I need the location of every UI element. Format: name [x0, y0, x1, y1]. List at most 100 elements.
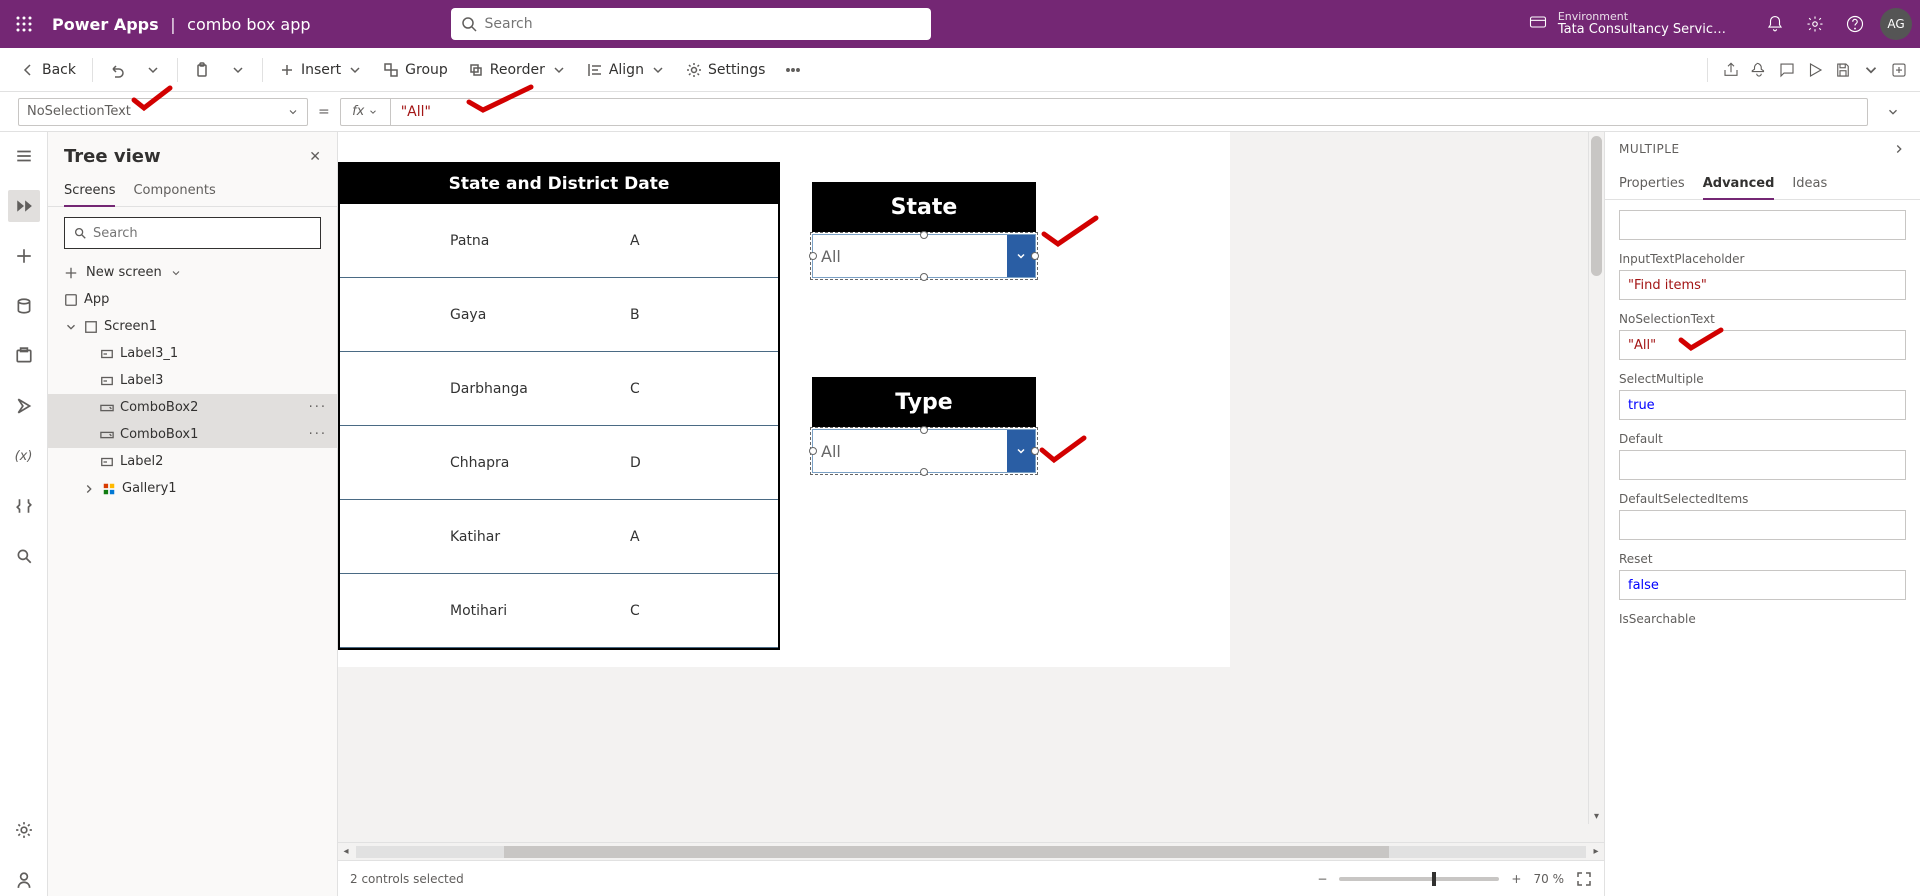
tree-item-label3[interactable]: Label3 — [48, 367, 337, 394]
tab-components[interactable]: Components — [133, 175, 215, 206]
rail-search[interactable] — [8, 540, 40, 572]
tree-item-label3-1[interactable]: Label3_1 — [48, 340, 337, 367]
expand-formula-button[interactable] — [1878, 105, 1908, 119]
new-screen-button[interactable]: New screen — [48, 259, 337, 286]
zoom-slider[interactable] — [1339, 877, 1499, 881]
gallery-row[interactable]: DarbhangaC — [340, 352, 778, 426]
app-launcher-button[interactable] — [8, 8, 40, 40]
tree-item-label2[interactable]: Label2 — [48, 448, 337, 475]
state-combobox[interactable]: All — [812, 234, 1036, 278]
app-name[interactable]: combo box app — [187, 15, 310, 34]
group-button[interactable]: Group — [375, 56, 456, 84]
prop-value[interactable]: true — [1619, 390, 1906, 420]
tab-properties[interactable]: Properties — [1619, 168, 1685, 199]
tree-item-combobox2[interactable]: ComboBox2 ··· — [48, 394, 337, 421]
share-icon[interactable] — [1722, 61, 1740, 79]
paste-dropdown[interactable] — [222, 56, 254, 84]
fit-to-window-button[interactable] — [1576, 871, 1592, 887]
type-combobox[interactable]: All — [812, 429, 1036, 473]
reorder-button[interactable]: Reorder — [460, 56, 575, 84]
save-dropdown-icon[interactable] — [1862, 61, 1880, 79]
align-button[interactable]: Align — [579, 56, 674, 84]
zoom-out-button[interactable]: − — [1317, 872, 1327, 886]
gallery-row[interactable]: PatnaA — [340, 204, 778, 278]
tree-item-combobox1[interactable]: ComboBox1 ··· — [48, 421, 337, 448]
state-label[interactable]: State — [812, 182, 1036, 232]
tab-screens[interactable]: Screens — [64, 175, 115, 206]
rail-media[interactable] — [8, 340, 40, 372]
search-input[interactable] — [485, 16, 921, 32]
tree-search[interactable] — [64, 217, 321, 249]
environment-picker[interactable]: Environment Tata Consultancy Servic… — [1558, 11, 1726, 37]
combobox-text: All — [813, 442, 1007, 461]
gallery-row[interactable]: KatiharA — [340, 500, 778, 574]
more-button[interactable]: ··· — [309, 427, 327, 442]
tree-item-label: Label2 — [120, 454, 163, 469]
comments-icon[interactable] — [1778, 61, 1796, 79]
property-select[interactable]: NoSelectionText — [18, 98, 308, 126]
save-icon[interactable] — [1834, 61, 1852, 79]
undo-button[interactable] — [101, 56, 133, 84]
rail-insert[interactable] — [8, 240, 40, 272]
rail-advanced-tools[interactable] — [8, 490, 40, 522]
scroll-right-arrow[interactable]: ▸ — [1588, 846, 1604, 857]
settings-button[interactable]: Settings — [678, 56, 773, 84]
app-checker-icon[interactable] — [1750, 61, 1768, 79]
tree-item-label: Screen1 — [104, 319, 157, 334]
overflow-button[interactable] — [777, 56, 809, 84]
fx-label[interactable]: fx — [341, 99, 391, 125]
prop-value[interactable]: false — [1619, 570, 1906, 600]
close-panel-button[interactable]: ✕ — [309, 149, 321, 165]
more-button[interactable]: ··· — [309, 400, 327, 415]
horizontal-scrollbar[interactable]: ◂ ▸ — [338, 842, 1604, 860]
tab-advanced[interactable]: Advanced — [1703, 168, 1775, 199]
rail-hamburger[interactable] — [8, 140, 40, 172]
notifications-icon[interactable] — [1766, 15, 1784, 33]
rail-data[interactable] — [8, 290, 40, 322]
rail-power-automate[interactable] — [8, 390, 40, 422]
global-search[interactable] — [451, 8, 931, 40]
gallery-row[interactable]: ChhapraD — [340, 426, 778, 500]
type-label[interactable]: Type — [812, 377, 1036, 427]
prop-value[interactable]: "Find items" — [1619, 270, 1906, 300]
scroll-left-arrow[interactable]: ◂ — [338, 846, 354, 857]
design-canvas[interactable]: State and District Date PatnaAGayaBDarbh… — [338, 132, 1230, 667]
insert-button[interactable]: Insert — [271, 56, 371, 84]
chevron-right-icon[interactable] — [1892, 142, 1906, 156]
prop-value[interactable]: "All" — [1619, 330, 1906, 360]
gallery-row[interactable]: GayaB — [340, 278, 778, 352]
tree-item-gallery1[interactable]: Gallery1 — [48, 475, 337, 502]
scrollbar-thumb[interactable] — [504, 846, 1390, 858]
tree-item-screen1[interactable]: Screen1 — [48, 313, 337, 340]
tab-ideas[interactable]: Ideas — [1792, 168, 1827, 199]
rail-variables[interactable]: (x) — [8, 440, 40, 472]
help-icon[interactable] — [1846, 15, 1864, 33]
gallery-cell-district: Motihari — [450, 603, 630, 619]
preview-icon[interactable] — [1806, 61, 1824, 79]
vertical-scrollbar[interactable]: ▴ ▾ — [1588, 132, 1604, 824]
tree-search-input[interactable] — [93, 226, 312, 241]
scrollbar-thumb[interactable] — [1591, 136, 1602, 276]
zoom-in-button[interactable]: + — [1511, 872, 1521, 886]
paste-button[interactable] — [186, 56, 218, 84]
publish-icon[interactable] — [1890, 61, 1908, 79]
formula-input[interactable]: "All" — [391, 104, 1867, 120]
settings-icon[interactable] — [1806, 15, 1824, 33]
prop-value[interactable] — [1619, 450, 1906, 480]
chevron-down-icon — [64, 320, 78, 334]
user-avatar[interactable]: AG — [1880, 8, 1912, 40]
rail-tree-view[interactable] — [8, 190, 40, 222]
prop-value[interactable] — [1619, 210, 1906, 240]
undo-dropdown[interactable] — [137, 56, 169, 84]
tree-item-app[interactable]: App — [48, 286, 337, 313]
equals-sign: = — [318, 104, 330, 120]
prop-value[interactable] — [1619, 510, 1906, 540]
gallery-row[interactable]: MotihariC — [340, 574, 778, 648]
gallery-control[interactable]: State and District Date PatnaAGayaBDarbh… — [338, 162, 780, 650]
scroll-down-arrow[interactable]: ▾ — [1589, 808, 1604, 824]
gallery-cell-type: B — [630, 307, 640, 323]
rail-virtual-agent[interactable] — [8, 864, 40, 896]
product-name[interactable]: Power Apps — [52, 15, 159, 34]
back-button[interactable]: Back — [12, 56, 84, 84]
rail-settings[interactable] — [8, 814, 40, 846]
